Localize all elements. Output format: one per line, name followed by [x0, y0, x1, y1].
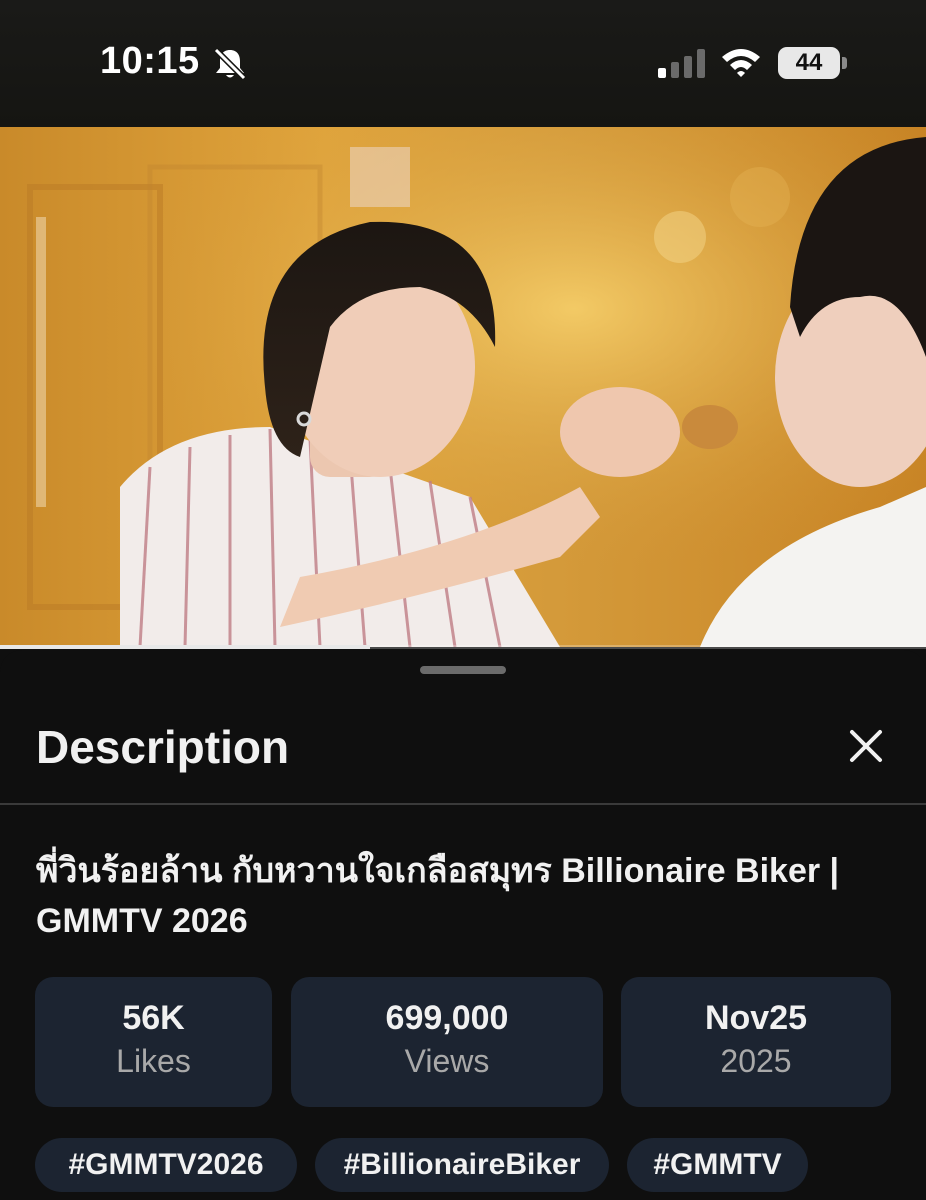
likes-count: 56K	[122, 999, 185, 1037]
likes-stat: 56K Likes	[35, 977, 272, 1107]
battery-icon: 44	[778, 47, 848, 79]
sheet-drag-handle[interactable]	[420, 666, 506, 674]
battery-level: 44	[778, 47, 840, 79]
views-label: Views	[404, 1043, 490, 1079]
description-sheet: Description พี่วินร้อยล้าน กับหวานใจเกลื…	[0, 650, 926, 1200]
clock-time: 10:15	[100, 40, 200, 82]
wifi-icon	[722, 49, 760, 77]
views-count: 699,000	[385, 999, 509, 1037]
video-progress-bar[interactable]	[0, 645, 926, 649]
views-stat: 699,000 Views	[291, 977, 603, 1107]
hashtag-gmmtv2026[interactable]: #GMMTV2026	[35, 1138, 297, 1192]
cellular-signal-icon	[658, 49, 705, 78]
video-player[interactable]	[0, 127, 926, 647]
status-bar: 10:15 44	[0, 0, 926, 127]
upload-date-day: Nov25	[704, 999, 808, 1037]
likes-label: Likes	[116, 1043, 191, 1079]
video-progress-fill	[0, 645, 371, 649]
video-title: พี่วินร้อยล้าน กับหวานใจเกลือสมุทร Billi…	[36, 852, 840, 940]
close-icon[interactable]	[846, 726, 886, 766]
upload-date-stat: Nov25 2025	[621, 977, 891, 1107]
description-heading: Description	[36, 721, 290, 773]
bell-slash-icon	[213, 47, 247, 81]
hashtag-gmmtv[interactable]: #GMMTV	[627, 1138, 808, 1192]
sheet-divider	[0, 803, 926, 805]
upload-date-year: 2025	[720, 1043, 792, 1079]
video-frame-image	[0, 127, 926, 647]
hashtag-billionairebiker[interactable]: #BillionaireBiker	[315, 1138, 609, 1192]
